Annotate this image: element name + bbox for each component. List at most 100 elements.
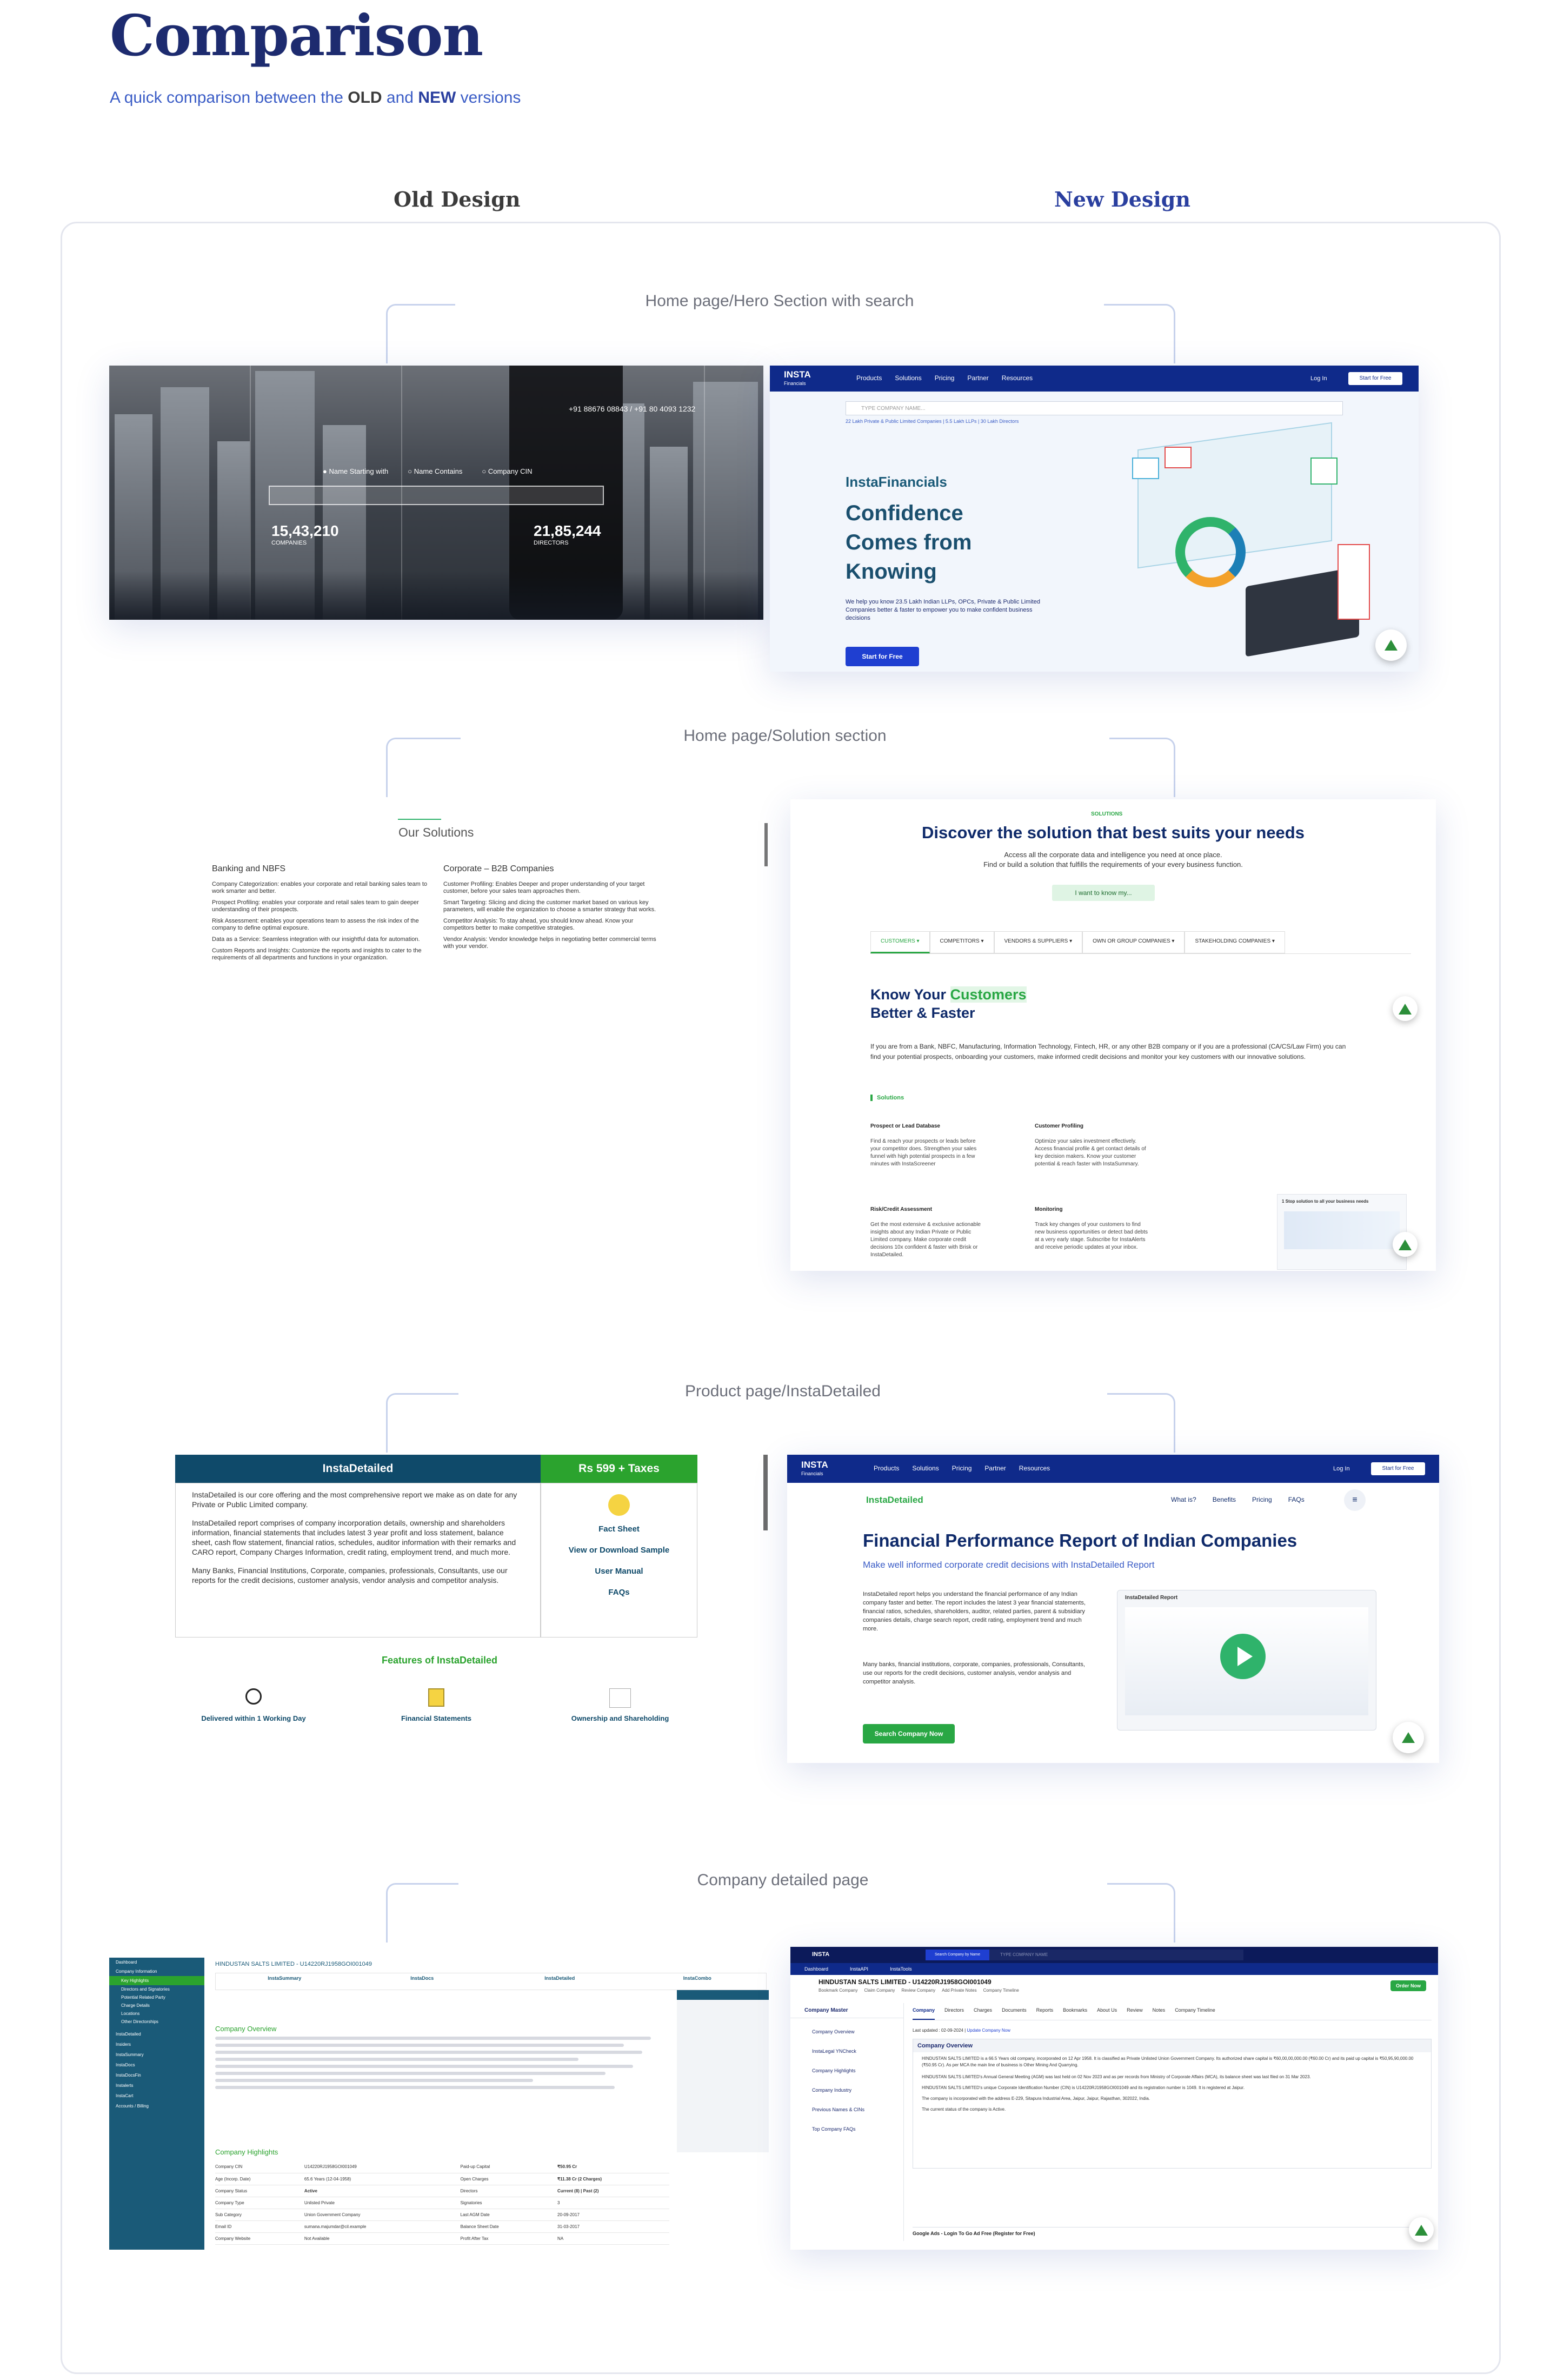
sidebar-item-instasummary[interactable]: InstaSummary [109,2050,204,2060]
sidebar-item-other[interactable]: Other Directorships [109,2018,204,2026]
timeline-action[interactable]: Company Timeline [983,1988,1019,1993]
menu-previous-names[interactable]: Previous Names & CINs [812,2104,882,2116]
nav-partner[interactable]: Partner [967,374,988,382]
sub-nav-faqs[interactable]: FAQs [1288,1496,1305,1503]
sample-link[interactable]: View or Download Sample [541,1546,697,1555]
start-free-nav-button[interactable]: Start for Free [1348,372,1402,385]
tab-dashboard[interactable]: Dashboard [804,1963,828,1975]
search-options[interactable]: ● Name Starting with ○ Name Contains ○ C… [323,467,532,475]
tab-about[interactable]: About Us [1097,2007,1117,2020]
company-search-input[interactable]: TYPE COMPANY NAME... [846,401,1343,415]
scrollbar[interactable] [763,1455,768,1530]
notes-action[interactable]: Add Private Notes [942,1988,976,1993]
play-icon[interactable] [1220,1634,1266,1679]
sidebar-item-company-info[interactable]: Company Information [109,1967,204,1976]
help-fab[interactable] [1375,629,1407,661]
ads-banner[interactable]: Google Ads - Login To Go Ad Free (Regist… [913,2227,1432,2236]
nav-solutions[interactable]: Solutions [895,374,921,382]
search-type-button[interactable]: Search Company by Name [926,1950,989,1960]
menu-instalegal[interactable]: InstaLegal YNCheck [812,2045,882,2057]
sidebar-item-instadocsfin[interactable]: InstaDocsFin [109,2070,204,2080]
tab-review[interactable]: Review [1127,2007,1143,2020]
help-fab[interactable] [1409,2217,1434,2242]
sub-nav-pricing[interactable]: Pricing [1252,1496,1272,1503]
tab-instaapi[interactable]: InstaAPI [850,1963,868,1975]
sidebar-item-billing[interactable]: Accounts / Billing [109,2101,204,2111]
tab-reports[interactable]: Reports [1036,2007,1054,2020]
nav-pricing[interactable]: Pricing [935,374,955,382]
radio-name-contains[interactable]: ○ Name Contains [408,467,462,475]
tab-vendors[interactable]: VENDORS & SUPPLIERS ▾ [994,931,1083,953]
product-instasummary[interactable]: InstaSummary [216,1973,354,1990]
nav-partner[interactable]: Partner [984,1464,1006,1472]
menu-faqs[interactable]: Top Company FAQs [812,2123,882,2135]
sidebar-item-locations[interactable]: Locations [109,2010,204,2018]
nav-resources[interactable]: Resources [1019,1464,1050,1472]
sub-nav-benefits[interactable]: Benefits [1213,1496,1236,1503]
tab-directors[interactable]: Directors [944,2007,964,2020]
bookmark-action[interactable]: Bookmark Company [819,1988,857,1993]
bracket-left [386,1393,527,1453]
sidebar-item-instadetailed[interactable]: InstaDetailed [109,2029,204,2039]
review-action[interactable]: Review Company [901,1988,935,1993]
tab-documents[interactable]: Documents [1002,2007,1027,2020]
nav-solutions[interactable]: Solutions [912,1464,939,1472]
product-instadocs[interactable]: InstaDocs [354,1973,491,1990]
sidebar-item-dashboard[interactable]: Dashboard [109,1958,204,1967]
help-fab[interactable] [1393,1722,1424,1753]
tab-own-companies[interactable]: OWN OR GROUP COMPANIES ▾ [1082,931,1185,953]
scrollbar[interactable] [764,823,768,866]
menu-company-industry[interactable]: Company Industry [812,2084,882,2096]
insta-logo[interactable]: INSTA Financials [784,370,811,388]
tab-timeline[interactable]: Company Timeline [1175,2007,1215,2020]
sidebar-item-instalerts[interactable]: Instalerts [109,2080,204,2091]
sidebar-item-directors[interactable]: Directors and Signatories [109,1985,204,1993]
fact-sheet-link[interactable]: Fact Sheet [541,1524,697,1534]
claim-action[interactable]: Claim Company [864,1988,895,1993]
nav-products[interactable]: Products [874,1464,899,1472]
company-search-input[interactable]: TYPE COMPANY NAME [989,1950,1243,1960]
search-company-button[interactable]: Search Company Now [863,1724,955,1743]
product-instadetailed[interactable]: InstaDetailed [491,1973,629,1990]
sub-nav-what-is[interactable]: What is? [1171,1496,1196,1503]
menu-company-highlights[interactable]: Company Highlights [812,2065,882,2077]
insta-logo[interactable]: INSTA Financials [801,1460,828,1479]
tab-customers[interactable]: CUSTOMERS ▾ [870,931,930,953]
know-my-button[interactable]: I want to know my... [1052,885,1155,901]
login-link[interactable]: Log In [1333,1466,1350,1472]
search-input[interactable] [269,486,604,505]
radio-company-cin[interactable]: ○ Company CIN [482,467,532,475]
user-manual-link[interactable]: User Manual [541,1567,697,1576]
help-fab[interactable] [1393,1232,1418,1257]
radio-name-starting[interactable]: ● Name Starting with [323,467,388,475]
report-preview[interactable]: InstaDetailed Report [1117,1590,1376,1731]
start-free-nav-button[interactable]: Start for Free [1371,1462,1425,1475]
nav-products[interactable]: Products [856,374,882,382]
tab-instatools[interactable]: InstaTools [890,1963,912,1975]
insta-logo[interactable]: INSTA [812,1951,829,1958]
tab-bookmarks[interactable]: Bookmarks [1063,2007,1087,2020]
faqs-link[interactable]: FAQs [541,1588,697,1597]
tab-company[interactable]: Company [913,2007,935,2020]
tab-stakeholding[interactable]: STAKEHOLDING COMPANIES ▾ [1185,931,1285,953]
tab-notes[interactable]: Notes [1153,2007,1166,2020]
update-company-link[interactable]: Update Company Now [967,2028,1010,2033]
sidebar-item-insiders[interactable]: Insiders [109,2039,204,2050]
nav-pricing[interactable]: Pricing [952,1464,972,1472]
sidebar-item-key-highlights[interactable]: Key Highlights [109,1976,204,1985]
tab-charges[interactable]: Charges [974,2007,992,2020]
order-now-button[interactable]: Order Now [1390,1980,1426,1991]
tab-competitors[interactable]: COMPETITORS ▾ [929,931,994,953]
sidebar-item-instacart[interactable]: InstaCart [109,2091,204,2101]
menu-icon[interactable]: ≡ [1344,1489,1366,1511]
start-free-button[interactable]: Start for Free [846,647,919,666]
nav-resources[interactable]: Resources [1002,374,1033,382]
sidebar-item-charges[interactable]: Charge Details [109,2001,204,2010]
login-link[interactable]: Log In [1310,375,1327,382]
sidebar-item-related[interactable]: Potential Related Party [109,1993,204,2001]
sidebar-item-instadocs[interactable]: InstaDocs [109,2060,204,2070]
sub-brand[interactable]: InstaDetailed [866,1495,923,1506]
help-fab[interactable] [1393,996,1418,1021]
product-instacombo[interactable]: InstaCombo [629,1973,767,1990]
menu-company-overview[interactable]: Company Overview [812,2026,882,2038]
